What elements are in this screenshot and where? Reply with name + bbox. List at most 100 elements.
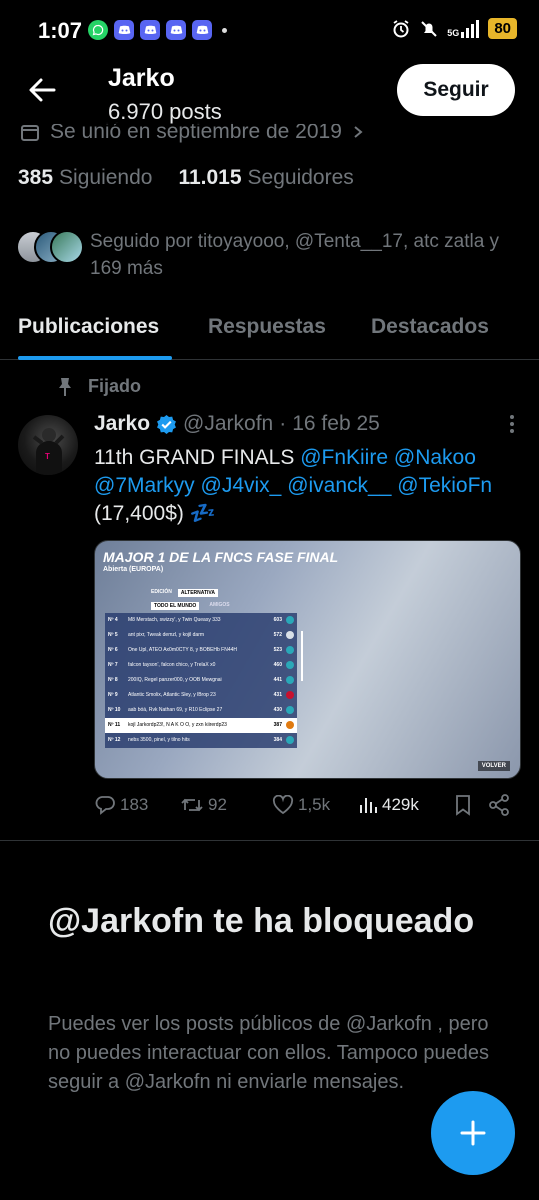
flag-icon <box>286 646 294 655</box>
row-points: 430 <box>273 707 282 714</box>
image-column: AMIGOS <box>209 602 230 608</box>
row-points: 387 <box>273 722 282 729</box>
verified-badge-icon <box>157 414 176 434</box>
tweet-image[interactable]: MAJOR 1 DE LA FNCS FASE FINAL Abierta (E… <box>94 540 521 779</box>
row-rank: Nº 6 <box>108 647 118 654</box>
discord-icon <box>166 20 186 40</box>
row-points: 572 <box>273 632 282 639</box>
image-tab: EDICIÓN <box>151 589 172 595</box>
follow-button[interactable]: Seguir <box>397 64 515 116</box>
tweet-author-name[interactable]: Jarko <box>94 412 150 436</box>
tweet-text-prefix: 11th GRAND FINALS <box>94 446 301 469</box>
repost-icon <box>181 798 203 812</box>
row-team: kojl Jarkordp23!, N A K O O, y zxn kiire… <box>128 722 227 729</box>
discord-icon <box>140 20 160 40</box>
tab-respuestas[interactable]: Respuestas <box>208 315 326 339</box>
leaderboard-row: Nº 8 200IQ, Regel panzer000, y OOB Mewgna… <box>105 673 297 688</box>
blocked-title: @Jarkofn te ha bloqueado <box>48 902 475 940</box>
pinned-label: Fijado <box>56 376 141 397</box>
compose-button[interactable] <box>431 1091 515 1175</box>
row-rank: Nº 5 <box>108 632 118 639</box>
tweet-avatar[interactable]: T <box>18 415 78 475</box>
row-rank: Nº 10 <box>108 707 121 714</box>
bookmark-icon[interactable] <box>454 794 472 816</box>
following-link[interactable]: 385 Siguiendo <box>18 166 152 190</box>
repost-button[interactable]: 92 <box>180 795 272 815</box>
flag-icon <box>286 691 294 700</box>
separator-dot: · <box>279 412 287 435</box>
mention-link[interactable]: @7Markyy <box>94 474 195 497</box>
row-rank: Nº 4 <box>108 617 118 624</box>
heart-icon <box>272 795 294 815</box>
tab-destacados[interactable]: Destacados <box>371 315 489 339</box>
row-points: 441 <box>273 677 282 684</box>
image-columns: TODO EL MUNDO AMIGOS <box>151 602 230 610</box>
mention-link[interactable]: @Nakoo <box>394 446 476 469</box>
mute-icon <box>421 20 438 37</box>
row-points: 431 <box>273 692 282 699</box>
following-count: 385 <box>18 166 54 189</box>
flag-icon <box>286 676 294 685</box>
followed-by[interactable]: Seguido por titoyayooo, @Tenta__17, atc … <box>16 228 526 282</box>
header-post-count: 6.970 posts <box>108 99 222 124</box>
whatsapp-icon <box>88 20 108 40</box>
row-team: Atlantic Smolix, Atlantic Sley, y lBrop … <box>128 692 216 699</box>
network-type: 5G <box>447 27 460 38</box>
status-bar: 1:07 5G 80 <box>0 0 539 62</box>
views-button[interactable]: 429k <box>358 795 448 815</box>
row-points: 384 <box>273 737 282 744</box>
flag-icon <box>286 706 294 715</box>
row-rank: Nº 7 <box>108 662 118 669</box>
row-rank: Nº 8 <box>108 677 118 684</box>
svg-text:T: T <box>45 452 50 461</box>
section-divider <box>0 840 539 841</box>
pin-icon <box>59 377 71 396</box>
mention-link[interactable]: @FnKiire <box>300 446 388 469</box>
tab-publicaciones[interactable]: Publicaciones <box>18 315 159 339</box>
tweet-text-suffix: (17,400$) 💤 <box>94 502 216 525</box>
image-column-selected: TODO EL MUNDO <box>151 602 200 610</box>
blocked-message: Puedes ver los posts públicos de @Jarkof… <box>48 1013 490 1093</box>
leaderboard-row: Nº 7 falcon tayson', falcon chico, y Trel… <box>105 658 297 673</box>
discord-icon <box>114 20 134 40</box>
followers-link[interactable]: 11.015 Seguidores <box>178 166 353 190</box>
flag-icon <box>286 661 294 670</box>
reply-icon <box>95 796 115 815</box>
mention-link[interactable]: @TekioFn <box>397 474 492 497</box>
mention-link[interactable]: @ivanck__ <box>287 474 391 497</box>
row-points: 460 <box>273 662 282 669</box>
plus-icon <box>460 1120 486 1146</box>
header-name: Jarko <box>108 64 175 92</box>
followed-by-text: Seguido por titoyayooo, @Tenta__17, atc … <box>90 231 500 279</box>
notification-icons <box>88 20 227 40</box>
flag-icon <box>286 616 294 625</box>
row-team: ant pixr, Tweak demzl, y kojil darm <box>128 632 205 639</box>
tweet-actions: 183 92 1,5k 429k <box>94 794 524 816</box>
reply-count: 183 <box>120 795 149 814</box>
like-button[interactable]: 1,5k <box>272 795 358 815</box>
system-icons: 5G 80 <box>391 18 517 39</box>
row-team: 200IQ, Regel panzer000, y OOB Mewgnai <box>128 677 222 684</box>
image-tabs: EDICIÓN ALTERNATIVA <box>151 589 219 597</box>
image-scrollbar <box>301 631 303 681</box>
row-team: aab bóá, Rvk Nathan 69, y R10 Eclipse 27 <box>128 707 223 714</box>
leaderboard-row: Nº 9 Atlantic Smolix, Atlantic Sley, y lB… <box>105 688 297 703</box>
followers-label: Seguidores <box>247 166 354 189</box>
image-title: MAJOR 1 DE LA FNCS FASE FINAL <box>103 549 339 565</box>
row-rank: Nº 12 <box>108 737 121 744</box>
signal-icon: 5G <box>447 19 480 38</box>
more-options-icon[interactable] <box>509 414 515 434</box>
reply-button[interactable]: 183 <box>94 795 180 815</box>
back-arrow-icon[interactable] <box>26 74 58 106</box>
mention-link[interactable]: @J4vix_ <box>201 474 282 497</box>
follow-counts: 385 Siguiendo 11.015 Seguidores <box>18 166 354 190</box>
leaderboard-row: Nº 5 ant pixr, Tweak demzl, y kojil darm 5… <box>105 628 297 643</box>
profile-tabs: Publicaciones Respuestas Destacados <box>0 305 539 360</box>
share-icon[interactable] <box>488 794 510 816</box>
image-subtitle: Abierta (EUROPA) <box>103 566 164 573</box>
tweet-handle[interactable]: @Jarkofn <box>183 412 273 436</box>
leaderboard-row: Nº 4 M8 Merstach, swizzy', y Twin Queasy … <box>105 613 297 628</box>
battery-level: 80 <box>488 18 517 39</box>
views-icon <box>360 798 377 813</box>
tweet-date[interactable]: 16 feb 25 <box>292 412 380 436</box>
